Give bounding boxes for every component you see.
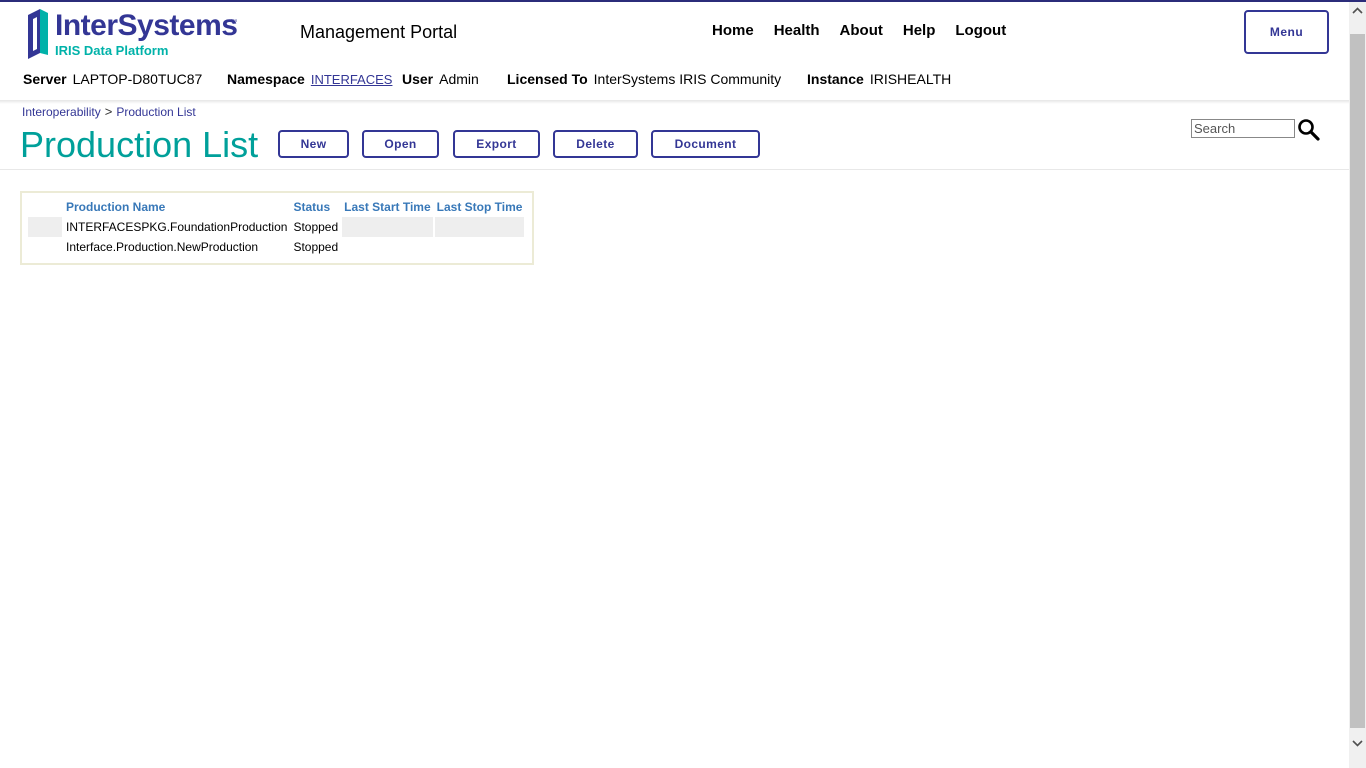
- nav-help-link[interactable]: Help: [903, 22, 936, 39]
- licensed-label: Licensed To: [507, 71, 588, 87]
- column-header-last-start-time[interactable]: Last Start Time: [342, 197, 432, 217]
- cell-last-start-time: [342, 237, 432, 257]
- licensed-value: InterSystems IRIS Community: [593, 71, 782, 87]
- column-header-status[interactable]: Status: [291, 197, 340, 217]
- user-info: User Admin: [402, 71, 479, 87]
- page-title: Production List: [20, 124, 259, 165]
- cell-status: Stopped: [291, 217, 341, 237]
- nav-about-link[interactable]: About: [840, 22, 883, 39]
- breadcrumb-interoperability[interactable]: Interoperability: [22, 105, 101, 119]
- column-header-last-stop-time[interactable]: Last Stop Time: [435, 197, 525, 217]
- logo-subtitle: IRIS Data Platform: [55, 43, 169, 58]
- search-input[interactable]: [1191, 119, 1295, 138]
- new-button[interactable]: New: [278, 130, 349, 158]
- title-divider: [0, 169, 1349, 170]
- namespace-link[interactable]: INTERFACES: [311, 72, 393, 87]
- select-column-header: [28, 197, 62, 217]
- cell-production-name[interactable]: Interface.Production.NewProduction: [64, 237, 289, 257]
- user-label: User: [402, 71, 434, 87]
- vertical-scrollbar[interactable]: [1349, 2, 1366, 768]
- column-header-production-name[interactable]: Production Name: [64, 197, 289, 217]
- search-icon[interactable]: [1297, 118, 1321, 142]
- server-value: LAPTOP-D80TUC87: [72, 71, 203, 87]
- logo-name: InterSystems: [55, 9, 238, 42]
- user-value: Admin: [439, 71, 479, 87]
- cell-production-name[interactable]: INTERFACESPKG.FoundationProduction: [64, 217, 290, 237]
- production-table-container: Production Name Status Last Start Time L…: [20, 191, 534, 265]
- server-info: Server LAPTOP-D80TUC87: [23, 71, 202, 87]
- cell-last-stop-time: [434, 217, 525, 237]
- header-shadow: [0, 100, 1349, 104]
- row-selector[interactable]: [28, 217, 62, 237]
- top-nav: Home Health About Help Logout: [712, 22, 1026, 39]
- nav-health-link[interactable]: Health: [774, 22, 820, 39]
- cell-last-stop-time: [435, 237, 525, 257]
- server-label: Server: [23, 71, 67, 87]
- cell-status: Stopped: [293, 240, 339, 254]
- logo-trademark: ™: [230, 19, 237, 26]
- menu-button[interactable]: Menu: [1244, 10, 1329, 54]
- scroll-down-arrow-icon[interactable]: [1349, 735, 1366, 752]
- licensed-info: Licensed To InterSystems IRIS Community: [507, 71, 781, 87]
- delete-button[interactable]: Delete: [553, 130, 638, 158]
- scroll-up-arrow-icon[interactable]: [1349, 2, 1366, 19]
- document-button[interactable]: Document: [651, 130, 760, 158]
- breadcrumb-production-list[interactable]: Production List: [116, 105, 195, 119]
- nav-logout-link[interactable]: Logout: [955, 22, 1006, 39]
- portal-title: Management Portal: [300, 22, 458, 42]
- nav-home-link[interactable]: Home: [712, 22, 754, 39]
- row-selector[interactable]: [28, 237, 62, 257]
- export-button[interactable]: Export: [453, 130, 540, 158]
- table-header-row: Production Name Status Last Start Time L…: [28, 197, 524, 217]
- breadcrumb: Interoperability > Production List: [22, 104, 196, 119]
- instance-info: Instance IRISHEALTH: [807, 71, 951, 87]
- instance-value: IRISHEALTH: [869, 71, 952, 87]
- intersystems-logo-mark-icon: [28, 9, 48, 59]
- instance-label: Instance: [807, 71, 864, 87]
- intersystems-logo[interactable]: InterSystems ™ IRIS Data Platform: [28, 7, 248, 61]
- cell-last-start-time: [342, 217, 433, 237]
- namespace-info: Namespace INTERFACES: [227, 71, 392, 87]
- namespace-label: Namespace: [227, 71, 305, 87]
- table-row[interactable]: INTERFACESPKG.FoundationProduction Stopp…: [28, 217, 525, 237]
- page: InterSystems ™ IRIS Data Platform Manage…: [0, 2, 1349, 768]
- production-table: Production Name Status Last Start Time L…: [26, 197, 526, 257]
- table-row[interactable]: Interface.Production.NewProduction Stopp…: [28, 237, 524, 257]
- scrollbar-thumb[interactable]: [1350, 34, 1365, 728]
- breadcrumb-separator: >: [104, 104, 113, 119]
- open-button[interactable]: Open: [362, 130, 439, 158]
